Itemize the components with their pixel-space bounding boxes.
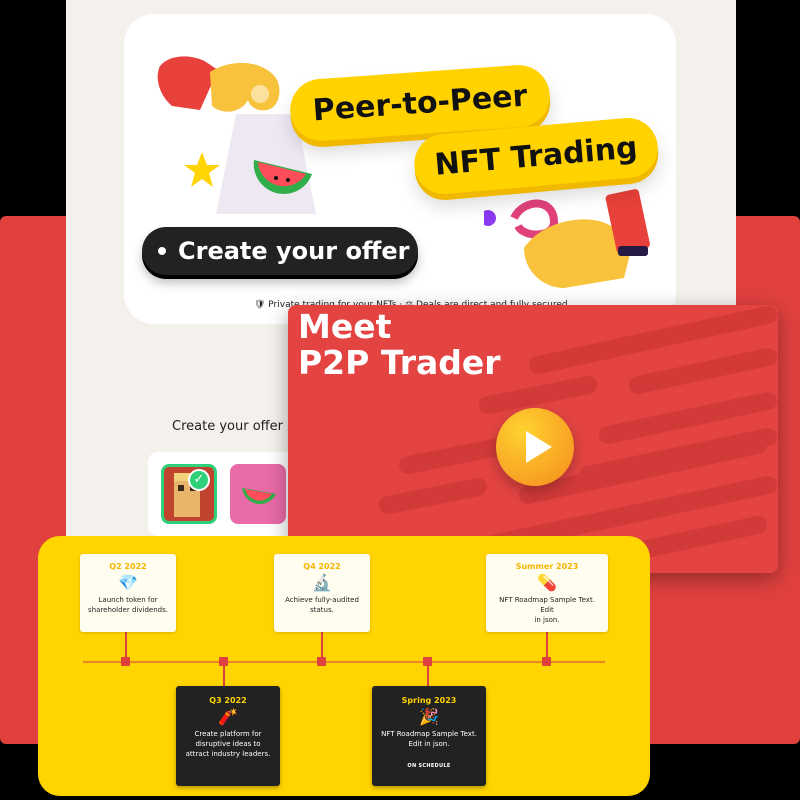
milestone-text: disruptive ideas to xyxy=(195,740,261,748)
milestone-text: attract industry leaders. xyxy=(185,750,271,758)
pill-icon: 💊 xyxy=(537,573,557,592)
video-title-line-2: P2P Trader xyxy=(298,343,501,382)
star-icon xyxy=(184,152,220,187)
hand-open-illustration xyxy=(484,189,650,288)
timeline-node xyxy=(317,657,326,666)
milestone-card-spring-2023: Spring 2023 🎉 NFT Roadmap Sample Text. E… xyxy=(372,686,486,786)
firecracker-icon: 🧨 xyxy=(218,707,238,726)
roadmap-panel: Q2 2022 💎 Launch token for shareholder d… xyxy=(38,536,650,796)
video-title: Meet P2P Trader xyxy=(298,309,501,381)
watermelon-icon xyxy=(253,160,312,194)
milestone-text: shareholder dividends. xyxy=(88,606,168,614)
hero-card: Peer-to-Peer NFT Trading Create your off… xyxy=(124,14,676,324)
milestone-text: NFT Roadmap Sample Text. Edit xyxy=(499,596,595,614)
timeline-node xyxy=(219,657,228,666)
timeline-node xyxy=(121,657,130,666)
timeline-node xyxy=(423,657,432,666)
milestone-status: ON SCHEDULE xyxy=(407,763,451,769)
microscope-icon: 🔬 xyxy=(312,573,332,592)
create-offer-section-label: Create your offer xyxy=(172,419,283,434)
milestone-card-q3-2022: Q3 2022 🧨 Create platform for disruptive… xyxy=(176,686,280,786)
nft-selector: ✓ xyxy=(148,452,308,536)
create-offer-label: Create your offer xyxy=(178,237,410,265)
milestone-text: status. xyxy=(310,606,334,614)
milestone-text: in json. xyxy=(534,616,560,624)
milestone-period: Q3 2022 xyxy=(209,696,247,705)
dot-icon xyxy=(158,247,166,255)
milestone-period: Spring 2023 xyxy=(401,696,457,705)
watermelon-thumb-icon xyxy=(242,488,276,504)
milestone-period: Summer 2023 xyxy=(515,562,579,571)
selected-check-icon: ✓ xyxy=(188,469,210,491)
timeline-line xyxy=(83,661,605,663)
milestone-text: NFT Roadmap Sample Text. xyxy=(381,730,477,738)
milestone-text: Edit in json. xyxy=(408,740,450,748)
video-card[interactable]: Meet P2P Trader xyxy=(288,305,778,573)
party-popper-icon: 🎉 xyxy=(419,707,439,726)
timeline-node xyxy=(542,657,551,666)
milestone-period: Q2 2022 xyxy=(109,562,147,571)
milestone-card-summer-2023: Summer 2023 💊 NFT Roadmap Sample Text. E… xyxy=(486,554,608,632)
milestone-card-q4-2022: Q4 2022 🔬 Achieve fully-audited status. xyxy=(274,554,370,632)
milestone-text: Launch token for xyxy=(98,596,158,604)
milestone-text: Achieve fully-audited xyxy=(285,596,359,604)
milestone-card-q2-2022: Q2 2022 💎 Launch token for shareholder d… xyxy=(80,554,176,632)
play-icon[interactable] xyxy=(496,408,574,486)
diamond-icon: 💎 xyxy=(118,573,138,592)
create-offer-button[interactable]: Create your offer xyxy=(142,227,418,275)
milestone-period: Q4 2022 xyxy=(303,562,341,571)
milestone-text: Create platform for xyxy=(194,730,262,738)
nft-thumb-watermelon[interactable] xyxy=(230,464,286,524)
video-title-line-1: Meet xyxy=(298,307,392,346)
